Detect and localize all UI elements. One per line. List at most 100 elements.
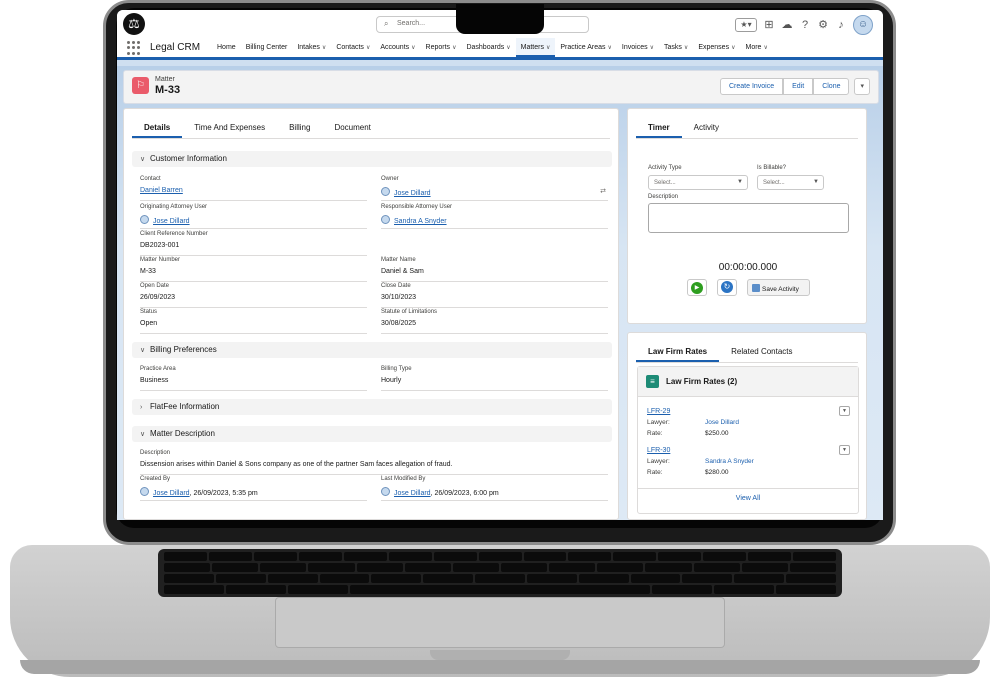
field-statute-of-limitations: Statute of Limitations 30/08/2025 (381, 309, 608, 334)
modified-by-link[interactable]: Jose Dillard (394, 490, 431, 497)
chevron-down-icon[interactable]: ∨ (506, 45, 510, 51)
chevron-down-icon[interactable]: ∨ (650, 45, 654, 51)
nav-item-invoices[interactable]: Invoices ∨ (617, 38, 659, 57)
nav-item-dashboards[interactable]: Dashboards ∨ (461, 38, 515, 57)
user-icon (381, 215, 390, 224)
field-matter-name: Matter Name Daniel & Sam (381, 257, 608, 282)
chevron-down-icon: ∨ (140, 156, 146, 163)
is-billable-select[interactable]: Select... ▼ (757, 175, 824, 190)
row-actions-chevron-icon[interactable]: ▼ (839, 406, 850, 416)
activity-type-label: Activity Type (648, 165, 682, 171)
nav-item-contacts[interactable]: Contacts ∨ (331, 38, 375, 57)
owner-link[interactable]: Jose Dillard (394, 190, 431, 197)
nav-item-more[interactable]: More ∨ (740, 38, 772, 57)
description-textarea[interactable] (648, 203, 849, 233)
app-name: Legal CRM (150, 42, 201, 53)
search-icon: ⌕ (384, 19, 389, 28)
record-detail-card: Details Time And Expenses Billing Document … (123, 108, 619, 520)
nav-items: Home Billing Center Intakes ∨ Contacts ∨ Accou… (212, 38, 877, 57)
chevron-down-icon[interactable]: ∨ (608, 45, 612, 51)
rate-record-link[interactable]: LFR-29 (647, 408, 670, 415)
detail-tab-billing[interactable]: Billing (277, 117, 322, 138)
detail-tabs: Details Time And Expenses Billing Document (132, 117, 610, 139)
app-launcher-icon[interactable] (127, 41, 141, 55)
timer-tab-activity[interactable]: Activity (682, 117, 731, 138)
user-icon (381, 187, 390, 196)
timer-clock: 00:00:00.000 (718, 262, 778, 273)
detail-tab-time-and-expenses[interactable]: Time And Expenses (182, 117, 277, 138)
originating-attorney-link[interactable]: Jose Dillard (153, 218, 190, 225)
field-last-modified-by: Last Modified By Jose Dillard, 26/09/202… (381, 476, 608, 501)
chevron-down-icon[interactable]: ∨ (322, 45, 326, 51)
chevron-right-icon: › (140, 404, 143, 411)
play-button[interactable]: ▶ (687, 279, 707, 296)
view-all-link[interactable]: View All (638, 495, 858, 502)
rate-lawyer-link[interactable]: Sandra A Snyder (705, 458, 754, 465)
laptop-base-edge (20, 660, 980, 674)
change-owner-icon[interactable]: ⇄ (600, 187, 606, 195)
field-close-date: Close Date 30/10/2023 (381, 283, 608, 308)
save-activity-button[interactable]: Save Activity (747, 279, 810, 296)
section-flatfee-information[interactable]: › FlatFee Information (132, 399, 612, 415)
section-customer-information[interactable]: ∨ Customer Information (132, 151, 612, 167)
chevron-down-icon: ∨ (140, 347, 146, 354)
chevron-down-icon[interactable]: ∨ (411, 45, 415, 51)
rate-value: $250.00 (705, 430, 729, 437)
create-invoice-button[interactable]: Create Invoice (719, 78, 784, 95)
is-billable-label: Is Billable? (757, 165, 787, 171)
detail-tab-details[interactable]: Details (132, 117, 183, 138)
record-actions: Create Invoice Edit Clone ▾ (719, 78, 870, 95)
chevron-down-icon[interactable]: ∨ (546, 45, 550, 51)
rate-record-link[interactable]: LFR-30 (647, 447, 670, 454)
rates-tab-law-firm-rates[interactable]: Law Firm Rates (636, 341, 720, 362)
responsible-attorney-link[interactable]: Sandra A Snyder (394, 218, 447, 225)
nav-item-matters[interactable]: Matters ∨ (515, 38, 556, 57)
clone-button[interactable]: Clone (813, 78, 850, 95)
section-billing-preferences[interactable]: ∨ Billing Preferences (132, 342, 612, 358)
help-icon[interactable]: ? (799, 18, 811, 32)
chevron-down-icon[interactable]: ∨ (763, 45, 767, 51)
timer-tab-timer[interactable]: Timer (636, 117, 682, 138)
nav-item-home[interactable]: Home (212, 38, 241, 57)
nav-item-billing-center[interactable]: Billing Center (241, 38, 293, 57)
reset-button[interactable]: ↻ (717, 279, 737, 296)
trailhead-icon[interactable]: ☁ (781, 18, 793, 32)
chevron-down-icon[interactable]: ∨ (366, 45, 370, 51)
chevron-down-icon[interactable]: ∨ (731, 45, 735, 51)
related-list-title[interactable]: Law Firm Rates (2) (666, 377, 737, 386)
field-open-date: Open Date 26/09/2023 (140, 283, 367, 308)
related-list-law-firm-rates: ≡ Law Firm Rates (2) LFR-29 ▼ Lawyer: Jo… (637, 366, 859, 514)
gear-icon[interactable]: ⚙ (817, 18, 829, 32)
more-actions-chevron-icon[interactable]: ▾ (854, 78, 870, 95)
scales-of-justice-icon[interactable]: ⚖ (123, 13, 145, 35)
field-created-by: Created By Jose Dillard, 26/09/2023, 5:3… (140, 476, 367, 501)
nav-item-reports[interactable]: Reports ∨ (421, 38, 462, 57)
rate-lawyer-link[interactable]: Jose Dillard (705, 419, 739, 426)
field-status: Status Open (140, 309, 367, 334)
user-icon (140, 487, 149, 496)
nav-item-accounts[interactable]: Accounts ∨ (375, 38, 420, 57)
created-by-link[interactable]: Jose Dillard (153, 490, 190, 497)
detail-tab-document[interactable]: Document (322, 117, 382, 138)
field-client-reference: Client Reference Number DB2023-001 (140, 231, 367, 256)
refresh-icon: ↻ (721, 281, 733, 293)
user-icon (381, 487, 390, 496)
activity-type-select[interactable]: Select... ▼ (648, 175, 748, 190)
row-actions-chevron-icon[interactable]: ▼ (839, 445, 850, 455)
nav-item-practice-areas[interactable]: Practice Areas ∨ (555, 38, 617, 57)
section-matter-description[interactable]: ∨ Matter Description (132, 426, 612, 442)
field-practice-area: Practice Area Business (140, 366, 367, 391)
nav-item-tasks[interactable]: Tasks ∨ (659, 38, 693, 57)
contact-link[interactable]: Daniel Barren (140, 187, 183, 194)
add-icon[interactable]: ⊞ (763, 18, 775, 32)
chevron-down-icon[interactable]: ∨ (452, 45, 456, 51)
field-description: Description Dissension arises within Dan… (140, 450, 608, 475)
bell-icon[interactable]: ♪ (835, 18, 847, 32)
edit-button[interactable]: Edit (783, 78, 814, 95)
favorites-star-icon[interactable]: ★▾ (735, 18, 757, 32)
nav-item-expenses[interactable]: Expenses ∨ (693, 38, 740, 57)
user-avatar[interactable]: ☺ (853, 15, 873, 35)
rates-tab-related-contacts[interactable]: Related Contacts (719, 341, 804, 362)
nav-item-intakes[interactable]: Intakes ∨ (292, 38, 331, 57)
chevron-down-icon[interactable]: ∨ (684, 45, 688, 51)
